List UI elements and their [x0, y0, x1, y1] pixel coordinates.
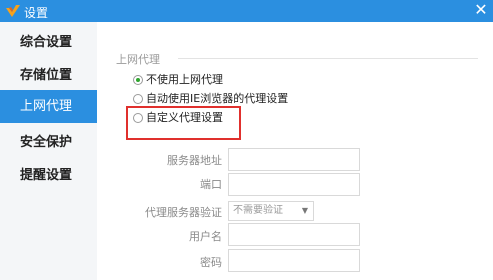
- server-address-label: 服务器地址: [167, 154, 222, 167]
- highlight-box: [126, 106, 241, 140]
- sidebar-item-label: 存储位置: [20, 68, 73, 83]
- sidebar-item-storage[interactable]: 存储位置: [0, 59, 97, 92]
- proxy-auth-select[interactable]: 不需要验证 ▼: [228, 201, 314, 221]
- radio-label: 不使用上网代理: [146, 73, 223, 86]
- radio-unselected-icon: [133, 94, 143, 104]
- radio-selected-icon: [133, 75, 143, 85]
- sidebar-item-label: 安全保护: [20, 135, 73, 150]
- app-logo-icon: [6, 5, 20, 17]
- password-label: 密码: [200, 256, 222, 269]
- dropdown-arrow-icon: ▼: [301, 206, 308, 215]
- group-title: 上网代理: [116, 53, 160, 66]
- group-divider: [178, 58, 478, 59]
- radio-label: 自动使用IE浏览器的代理设置: [146, 92, 289, 105]
- window-title: 设置: [24, 6, 49, 20]
- radio-ie-proxy[interactable]: 自动使用IE浏览器的代理设置: [133, 92, 288, 106]
- password-input[interactable]: [228, 249, 360, 272]
- title-bar: 设置 ✕: [0, 0, 493, 22]
- sidebar: 综合设置 存储位置 上网代理 安全保护 提醒设置: [0, 22, 97, 280]
- sidebar-item-label: 上网代理: [20, 99, 73, 114]
- sidebar-item-label: 提醒设置: [20, 168, 73, 183]
- port-input[interactable]: [228, 173, 360, 196]
- server-address-input[interactable]: [228, 148, 360, 171]
- username-input[interactable]: [228, 223, 360, 246]
- sidebar-item-security[interactable]: 安全保护: [0, 126, 97, 159]
- sidebar-item-label: 综合设置: [20, 35, 73, 50]
- sidebar-item-proxy[interactable]: 上网代理: [0, 90, 97, 123]
- proxy-auth-value: 不需要验证: [233, 205, 283, 216]
- username-label: 用户名: [189, 230, 222, 243]
- proxy-auth-label: 代理服务器验证: [145, 206, 222, 219]
- sidebar-item-reminders[interactable]: 提醒设置: [0, 159, 97, 192]
- radio-no-proxy[interactable]: 不使用上网代理: [133, 73, 223, 87]
- close-icon[interactable]: ✕: [473, 2, 489, 18]
- settings-panel: 上网代理 不使用上网代理 自动使用IE浏览器的代理设置 自定义代理设置 服务器地…: [97, 22, 493, 280]
- port-label: 端口: [200, 178, 222, 191]
- sidebar-item-general[interactable]: 综合设置: [0, 26, 97, 59]
